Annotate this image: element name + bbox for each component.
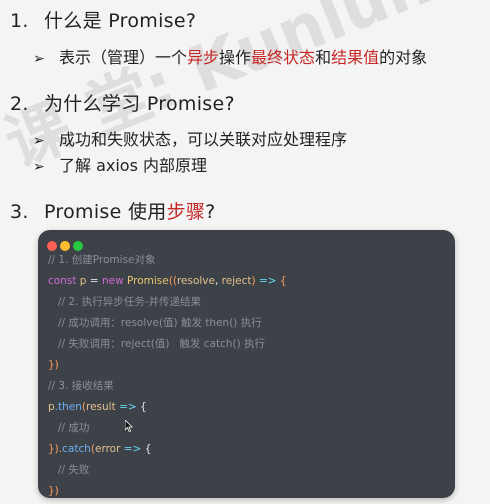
code-brace: { xyxy=(144,443,152,455)
code-comment: // 3. 接收结果 xyxy=(48,380,114,392)
code-comment: // 成功调用：resolve(值) 触发 then() 执行 xyxy=(58,317,262,329)
code-line: }) xyxy=(48,355,445,376)
code-line: }).catch(error => { xyxy=(48,439,445,460)
code-keyword: const xyxy=(48,275,77,287)
code-arrow: => xyxy=(115,401,141,413)
code-punct: , xyxy=(214,275,222,287)
bullet-text: 成功和失败状态，可以关联对应处理程序 xyxy=(59,130,348,149)
code-comment: // 失败调用：reject(值) 触发 catch() 执行 xyxy=(58,338,266,350)
mouse-pointer-icon xyxy=(125,420,133,432)
section-title: 为什么学习 Promise? xyxy=(44,93,235,115)
code-variable: p xyxy=(48,401,55,413)
code-line: // 2. 执行异步任务-并传递结果 xyxy=(48,292,445,313)
code-comment: // 失败 xyxy=(58,464,90,476)
code-class: Promise xyxy=(127,275,169,287)
code-arrow: => xyxy=(255,275,280,287)
code-brace: }). xyxy=(48,443,63,455)
code-param: resolve xyxy=(176,275,215,287)
code-method: catch xyxy=(62,443,91,455)
code-arrow: => xyxy=(120,443,145,455)
code-comment: // 1. 创建Promise对象 xyxy=(48,254,156,266)
code-line: // 1. 创建Promise对象 xyxy=(48,250,445,271)
bullet-item: ➢ 成功和失败状态，可以关联对应处理程序 xyxy=(33,126,347,150)
code-line: // 成功调用：resolve(值) 触发 then() 执行 xyxy=(48,313,445,334)
highlight-steps: 步骤 xyxy=(166,201,206,223)
bullet-text: 操作 xyxy=(219,48,252,67)
arrow-bullet-icon: ➢ xyxy=(33,133,45,149)
highlight-async: 异步 xyxy=(187,48,220,67)
section-title: 什么是 Promise? xyxy=(44,10,197,32)
bullet-text: 表示（管理）一个 xyxy=(59,48,188,67)
bullet-text: 和 xyxy=(315,48,332,67)
code-brace: }) xyxy=(48,359,59,371)
bullet-item: ➢ 表示（管理）一个异步操作最终状态和结果值的对象 xyxy=(33,44,427,68)
code-window: // 1. 创建Promise对象 const p = new Promise(… xyxy=(38,230,455,498)
section-number: 3. xyxy=(10,201,29,223)
bullet-item: ➢ 了解 axios 内部原理 xyxy=(33,152,207,176)
code-line: const p = new Promise((resolve, reject) … xyxy=(48,271,445,292)
code-brace: { xyxy=(140,401,147,413)
code-keyword: new xyxy=(101,275,124,287)
bullet-text: 了解 axios 内部原理 xyxy=(59,156,208,175)
code-brace: { xyxy=(279,275,287,287)
code-line: // 失败调用：reject(值) 触发 catch() 执行 xyxy=(48,334,445,355)
code-method: .then xyxy=(54,401,82,413)
section-heading-3: 3. Promise 使用步骤? xyxy=(10,197,216,224)
code-param: error xyxy=(95,443,121,455)
code-line: p.then(result => { xyxy=(48,397,445,418)
bullet-text: 的对象 xyxy=(379,48,428,67)
code-comment: // 成功 xyxy=(58,422,90,434)
arrow-bullet-icon: ➢ xyxy=(33,51,45,67)
section-title: Promise 使用 xyxy=(44,201,167,223)
section-number: 2. xyxy=(10,93,29,115)
code-brace: }) xyxy=(48,485,59,497)
code-paren: (( xyxy=(168,275,177,287)
code-line: }) xyxy=(48,481,445,498)
section-heading-2: 2. 为什么学习 Promise? xyxy=(10,89,235,116)
code-comment: // 2. 执行异步任务-并传递结果 xyxy=(58,296,202,308)
arrow-bullet-icon: ➢ xyxy=(33,159,45,175)
code-block: // 1. 创建Promise对象 const p = new Promise(… xyxy=(48,250,445,498)
code-line: // 3. 接收结果 xyxy=(48,376,445,397)
code-param: result xyxy=(86,401,116,413)
code-param: reject xyxy=(221,275,252,287)
highlight-result-value: 结果值 xyxy=(331,48,380,67)
section-heading-1: 1. 什么是 Promise? xyxy=(10,6,196,33)
code-line: // 成功 xyxy=(48,418,445,439)
section-number: 1. xyxy=(10,10,29,32)
code-line: // 失败 xyxy=(48,460,445,481)
code-operator: = xyxy=(86,275,102,287)
section-title-suffix: ? xyxy=(205,201,216,223)
highlight-final-state: 最终状态 xyxy=(251,48,316,67)
